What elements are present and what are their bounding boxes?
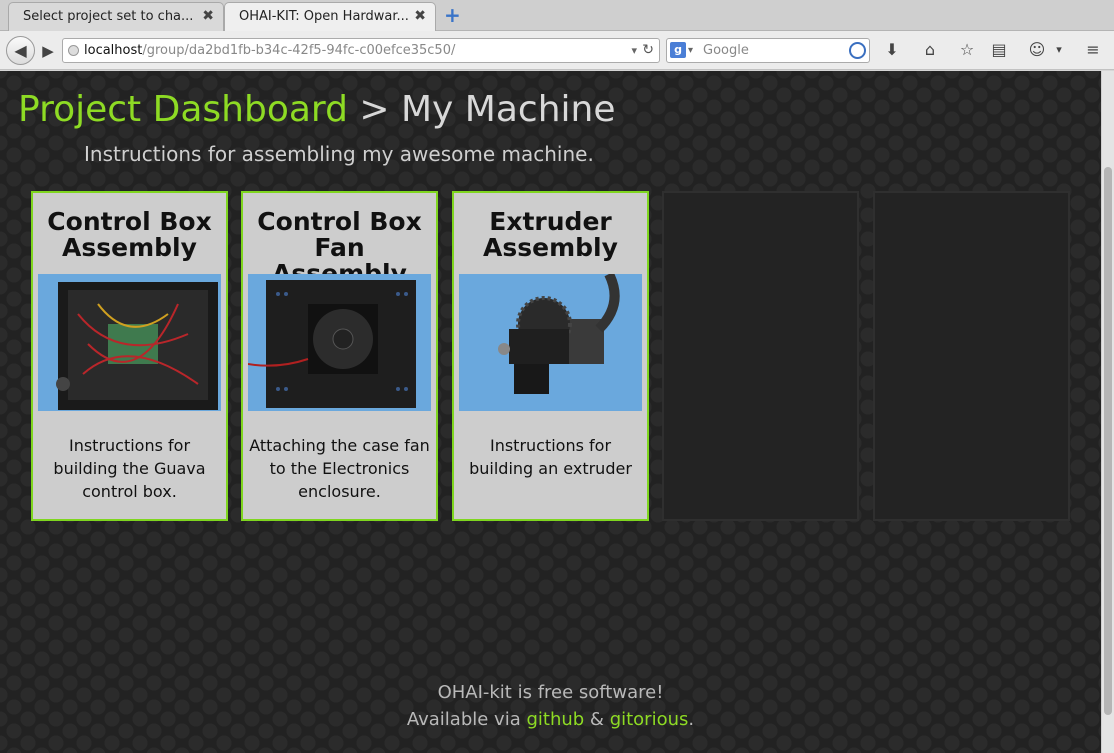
card-control-box-fan-assembly[interactable]: Control Box Fan Assembly Attaching the c… [241, 191, 438, 521]
footer-free-software: OHAI-kit is free software! [437, 682, 664, 703]
footer-period: . [688, 709, 695, 730]
footer: OHAI-kit is free software! Available via… [0, 679, 1101, 733]
close-icon[interactable]: ✖ [414, 8, 426, 24]
page-title: My Machine [401, 89, 616, 130]
new-tab-icon[interactable]: + [444, 5, 462, 25]
gitorious-link[interactable]: gitorious [610, 709, 689, 730]
breadcrumb-separator: > [347, 89, 401, 130]
footer-prefix: Available via [406, 709, 527, 730]
tab-select-project[interactable]: Select project set to cha... ✖ [8, 2, 224, 31]
page-content: Project Dashboard > My Machine Instructi… [0, 71, 1101, 753]
case-fan-photo [248, 274, 431, 411]
empty-card-slot [662, 191, 859, 521]
github-link[interactable]: github [526, 709, 584, 730]
card-extruder-assembly[interactable]: Extruder Assembly Instructions for build… [452, 191, 649, 521]
control-box-photo [38, 274, 221, 411]
footer-availability: Available via github & gitorious. [0, 706, 1101, 733]
project-dashboard-link[interactable]: Project Dashboard [18, 89, 348, 130]
search-icon[interactable] [849, 42, 866, 59]
tab-title: Select project set to cha... [23, 9, 194, 24]
chevron-down-icon[interactable]: ▾ [688, 39, 693, 62]
extruder-photo [459, 274, 642, 411]
reload-icon[interactable]: ↻ [642, 39, 654, 62]
card-title: Extruder Assembly [483, 207, 618, 262]
card-description: Attaching the case fan to the Electronic… [249, 436, 430, 501]
forward-icon[interactable]: ▶ [37, 40, 59, 62]
page-subtitle: Instructions for assembling my awesome m… [84, 142, 594, 166]
globe-icon [68, 45, 79, 56]
nav-bar: ◀ ▶ localhost/group/da2bd1fb-b34c-42f5-9… [0, 31, 1114, 70]
profile-icon[interactable]: ☺ [1026, 39, 1048, 61]
card-description: Instructions for building the Guava cont… [53, 436, 206, 501]
chevron-down-icon[interactable]: ▾ [631, 39, 637, 62]
home-icon[interactable]: ⌂ [919, 39, 941, 61]
breadcrumb: Project Dashboard > My Machine [18, 89, 616, 130]
card-control-box-assembly[interactable]: Control Box Assembly Instructions for bu… [31, 191, 228, 521]
chevron-down-icon[interactable]: ▾ [1048, 39, 1070, 61]
card-description: Instructions for building an extruder [469, 436, 632, 478]
google-icon[interactable]: g [670, 42, 686, 58]
url-path: /group/da2bd1fb-b34c-42f5-94fc-c00efce35… [142, 43, 456, 58]
back-icon[interactable]: ◀ [6, 36, 35, 65]
tab-title: OHAI-KIT: Open Hardwar... [239, 9, 409, 24]
search-input[interactable]: g ▾ Google [666, 38, 870, 63]
reader-icon[interactable]: ▤ [988, 39, 1010, 61]
tab-bar: Select project set to cha... ✖ OHAI-KIT:… [0, 0, 1114, 31]
scrollbar[interactable] [1101, 71, 1114, 753]
scrollbar-thumb[interactable] [1104, 167, 1112, 715]
menu-icon[interactable]: ≡ [1082, 39, 1104, 61]
download-icon[interactable]: ⬇ [881, 39, 903, 61]
search-placeholder: Google [703, 43, 749, 58]
url-host: localhost [84, 43, 143, 58]
close-icon[interactable]: ✖ [202, 8, 214, 24]
url-bar[interactable]: localhost/group/da2bd1fb-b34c-42f5-94fc-… [62, 38, 660, 63]
bookmark-star-icon[interactable]: ☆ [956, 39, 978, 61]
card-title: Control Box Assembly [47, 207, 212, 262]
empty-card-slot [873, 191, 1070, 521]
tab-ohai-kit[interactable]: OHAI-KIT: Open Hardwar... ✖ [224, 2, 436, 31]
footer-amp: & [584, 709, 610, 730]
